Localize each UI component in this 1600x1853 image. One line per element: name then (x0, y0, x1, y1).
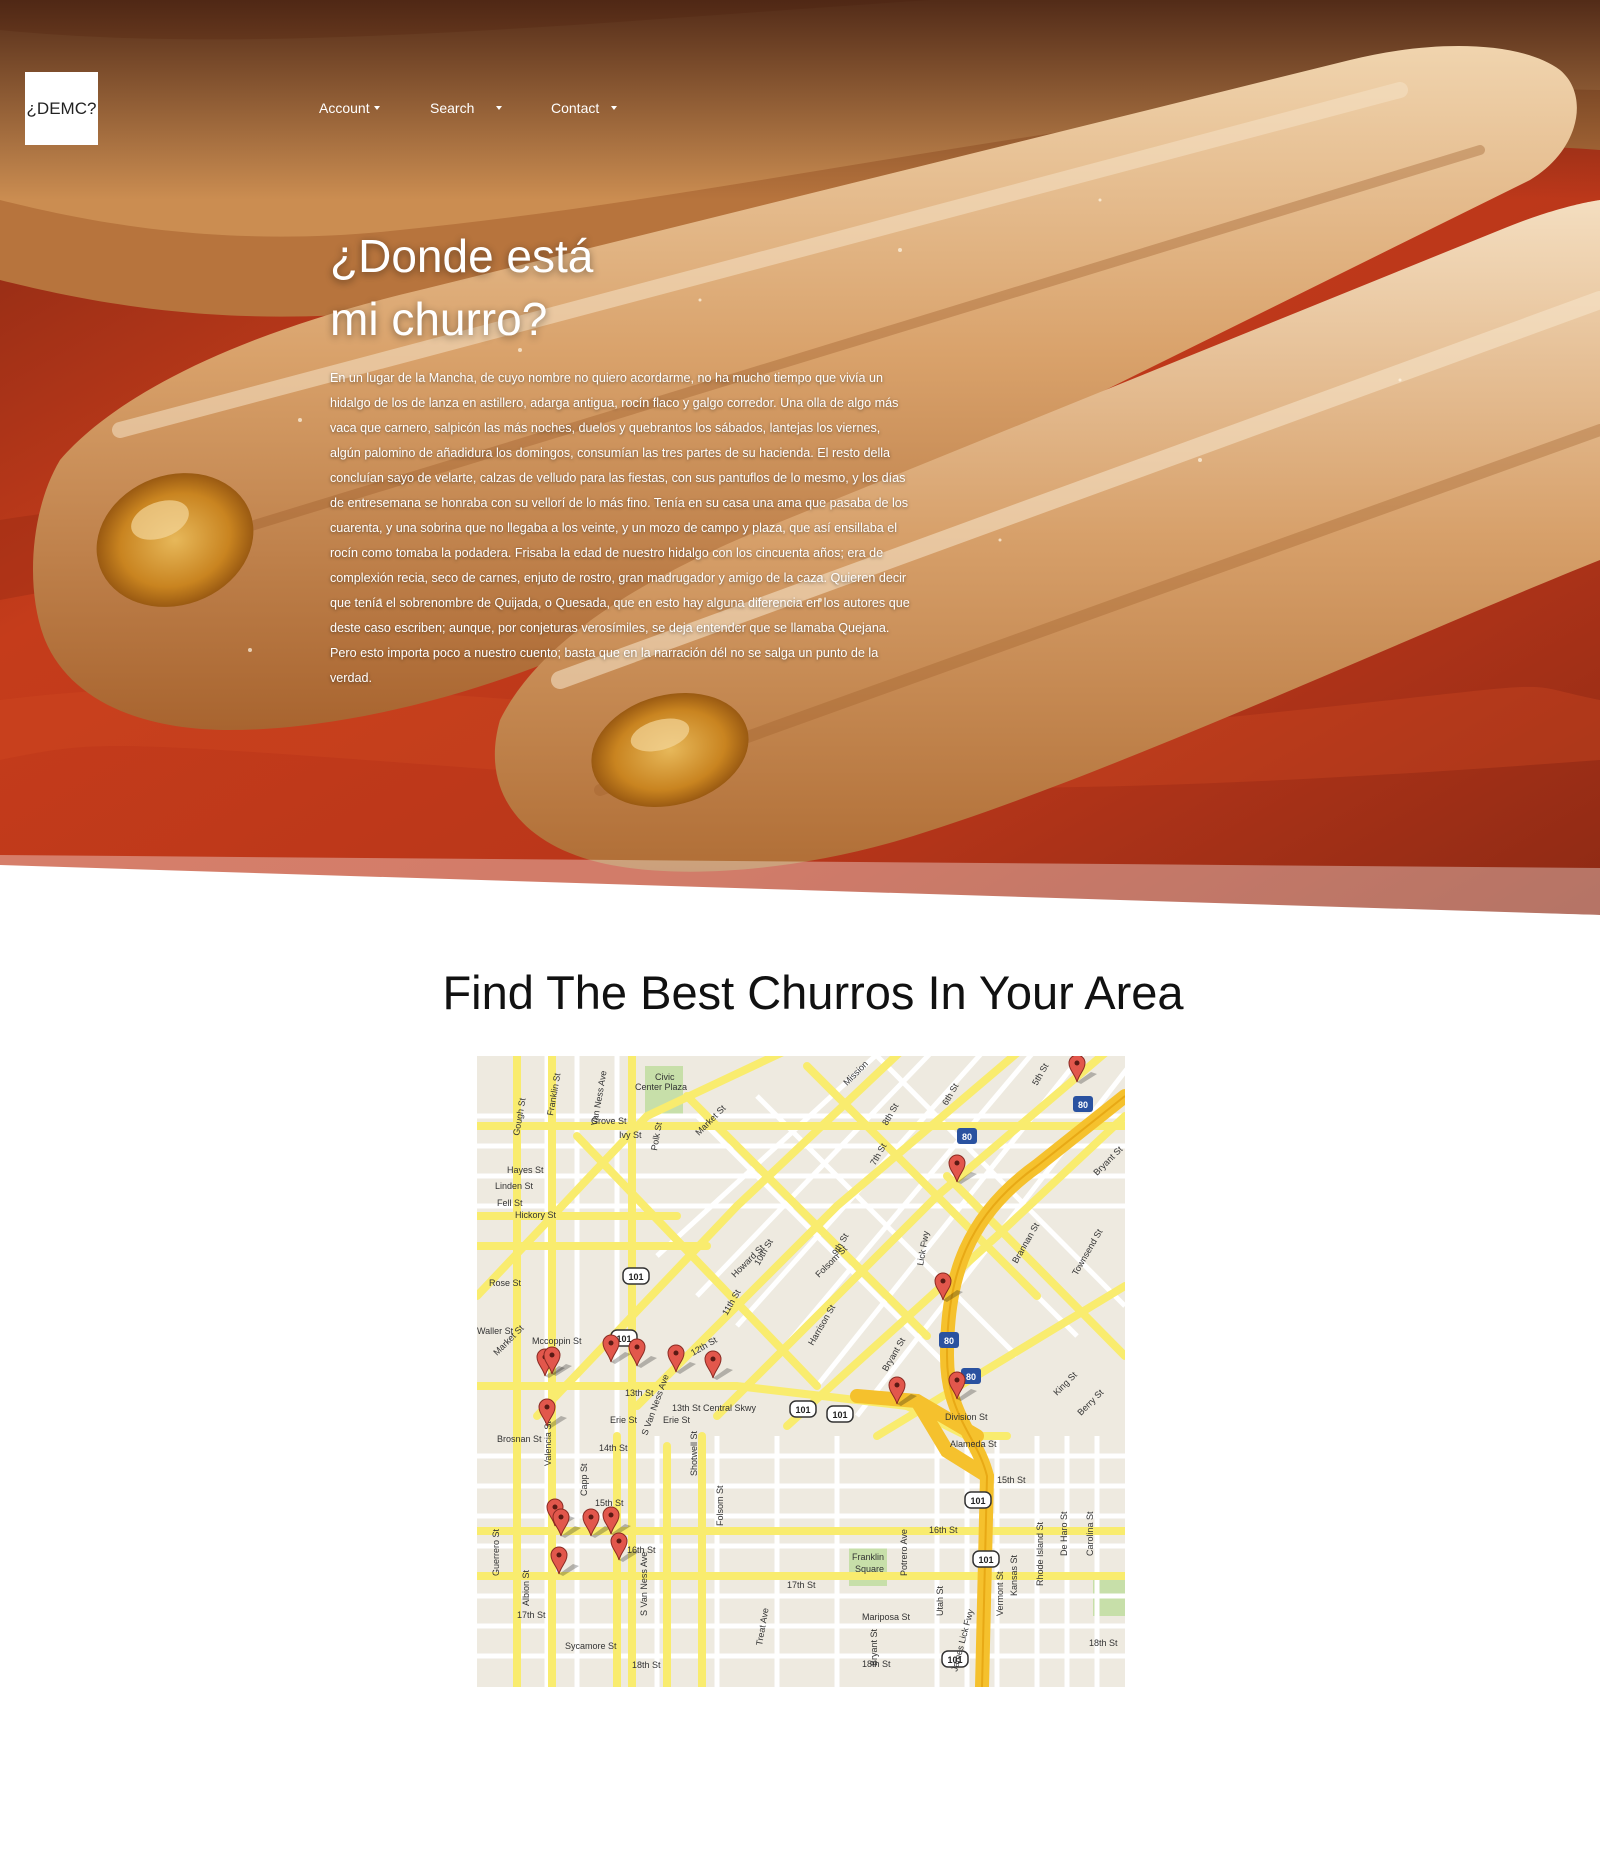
map-label: Mccoppin St (532, 1336, 582, 1346)
map-label: 17th St (517, 1610, 546, 1620)
map-canvas[interactable]: 101 101 101 101 101 101 101 80 80 80 80 … (477, 1056, 1125, 1687)
map-label: Franklin (852, 1552, 884, 1562)
map-label: Fell St (497, 1198, 523, 1208)
hero-title-line-2: mi churro? (330, 293, 548, 345)
map-label: 101 (970, 1496, 985, 1506)
hero-title-line-1: ¿Donde está (330, 230, 594, 282)
map-label: 15th St (595, 1498, 624, 1508)
nav-search[interactable]: Search (430, 100, 503, 116)
map-label: Rose St (489, 1278, 522, 1288)
map-label: 13th St (625, 1388, 654, 1398)
map-label: Square (855, 1564, 884, 1574)
map-label: S Van Ness Ave (639, 1552, 649, 1616)
logo-text: ¿DEMC? (26, 98, 97, 118)
map-label: 14th St (599, 1443, 628, 1453)
section-title: Find The Best Churros In Your Area (442, 966, 1184, 1019)
map-label: Hayes St (507, 1165, 544, 1175)
map-label: Erie St (610, 1415, 638, 1425)
map-label: Carolina St (1085, 1511, 1095, 1556)
map-label: Brosnan St (497, 1434, 542, 1444)
map-label: Hickory St (515, 1210, 557, 1220)
map-label: 16th St (929, 1525, 958, 1535)
nav-account-label: Account (319, 100, 370, 116)
map-label: 80 (962, 1132, 972, 1142)
map-label: Albion St (521, 1569, 531, 1606)
map-label: Utah St (935, 1585, 945, 1616)
map-label: 101 (978, 1555, 993, 1565)
hero-banner: ¿DEMC? Account Search Contact ¿Donde est… (0, 0, 1600, 915)
map-label: Center Plaza (635, 1082, 687, 1092)
chevron-down-icon (496, 106, 503, 110)
map-label: 101 (795, 1405, 810, 1415)
map-label: 80 (944, 1336, 954, 1346)
map-label: Alameda St (950, 1439, 997, 1449)
map-label: De Haro St (1059, 1511, 1069, 1556)
map-label: Shotwell St (689, 1430, 699, 1476)
hero-body-text: En un lugar de la Mancha, de cuyo nombre… (330, 371, 910, 685)
map-label: 13th St Central Skwy (672, 1403, 757, 1413)
nav-contact[interactable]: Contact (551, 100, 618, 116)
map-label: Linden St (495, 1181, 534, 1191)
map-label: 17th St (787, 1580, 816, 1590)
map-label: 18th St (632, 1660, 661, 1670)
map-label: 80 (1078, 1100, 1088, 1110)
map-label: Division St (945, 1412, 988, 1422)
map-label: Erie St (663, 1415, 691, 1425)
map-label: 101 (832, 1410, 847, 1420)
map-label: 15th St (997, 1475, 1026, 1485)
nav-contact-label: Contact (551, 100, 600, 116)
map-label: Ivy St (619, 1130, 642, 1140)
map-label: Civic (655, 1072, 675, 1082)
map-label: Folsom St (715, 1485, 725, 1526)
map-label: Vermont St (995, 1571, 1005, 1616)
chevron-down-icon (611, 106, 618, 110)
churro-map[interactable]: 101 101 101 101 101 101 101 80 80 80 80 … (477, 1056, 1125, 1687)
nav-account[interactable]: Account (319, 100, 380, 116)
map-label: Potrero Ave (899, 1529, 909, 1576)
chevron-down-icon (373, 106, 380, 110)
map-label: 101 (628, 1272, 643, 1282)
hero-title: ¿Donde está mi churro? (330, 225, 730, 351)
map-label: Capp St (579, 1463, 589, 1496)
map-label: Mariposa St (862, 1612, 911, 1622)
nav-search-label: Search (430, 100, 475, 116)
map-label: 80 (966, 1372, 976, 1382)
map-label: Guerrero St (491, 1528, 501, 1576)
map-label: Kansas St (1009, 1554, 1019, 1596)
map-label: Bryant St (869, 1628, 879, 1666)
map-label: Sycamore St (565, 1641, 617, 1651)
site-logo[interactable]: ¿DEMC? (25, 72, 98, 145)
map-label: Rhode Island St (1035, 1521, 1045, 1586)
map-label: 18th St (1089, 1638, 1118, 1648)
